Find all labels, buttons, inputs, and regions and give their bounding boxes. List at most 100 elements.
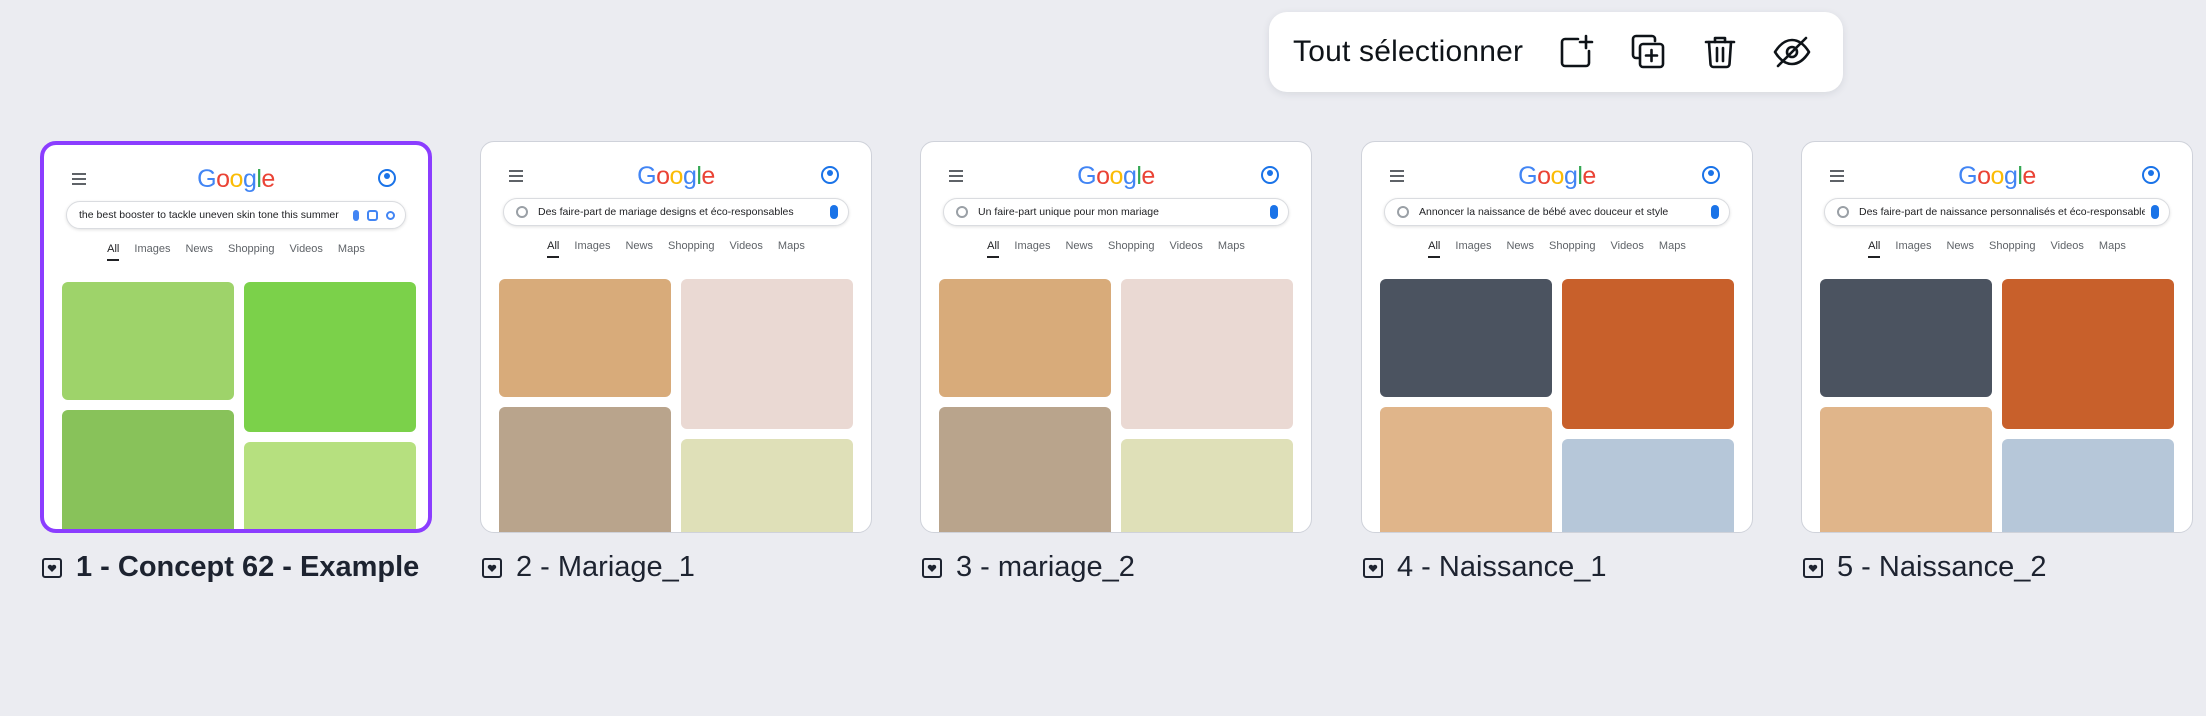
google-tab: All — [987, 240, 1000, 258]
image-results — [62, 282, 428, 529]
page-label[interactable]: 4 - Naissance_1 — [1361, 551, 1607, 584]
google-header: Google — [1802, 160, 2192, 190]
image-results — [499, 279, 871, 532]
menu-icon — [1390, 170, 1404, 185]
image-results — [1820, 279, 2192, 532]
google-tab: Images — [1895, 240, 1932, 252]
google-header: Google — [44, 163, 428, 193]
account-icon — [378, 169, 396, 187]
google-tab: Images — [1014, 240, 1051, 252]
page-thumbnail[interactable]: Google Un faire-part unique pour mon mari… — [920, 141, 1312, 533]
result-image — [1380, 407, 1552, 532]
result-image — [499, 279, 671, 397]
page-card[interactable]: Google Des faire-part de naissance person… — [1801, 141, 2193, 583]
google-tab: Images — [574, 240, 611, 252]
menu-icon — [1830, 170, 1844, 185]
page-card[interactable]: Google Des faire-part de mariage designs … — [480, 141, 872, 583]
google-tabs: All Images News Shopping Videos Maps — [44, 243, 428, 261]
result-image — [1562, 439, 1734, 532]
page-card[interactable]: Google the best booster to tackle uneven … — [40, 141, 432, 583]
page-thumbnail[interactable]: Google the best booster to tackle uneven … — [40, 141, 432, 533]
page-thumbnail[interactable]: Google Annoncer la naissance de bébé avec… — [1361, 141, 1753, 533]
google-tab: Shopping — [1107, 240, 1155, 252]
account-icon — [821, 166, 839, 184]
result-image — [1121, 439, 1293, 532]
page-title[interactable]: 3 - mariage_2 — [956, 551, 1135, 584]
result-image — [1562, 279, 1734, 429]
google-header: Google — [1362, 160, 1752, 190]
result-image — [62, 410, 234, 529]
page-icon — [1801, 556, 1825, 580]
result-image — [939, 279, 1111, 397]
result-image — [62, 282, 234, 400]
image-results — [939, 279, 1311, 532]
page-thumbnail[interactable]: Google Des faire-part de mariage designs … — [480, 141, 872, 533]
page-label[interactable]: 5 - Naissance_2 — [1801, 551, 2047, 584]
google-tab: All — [547, 240, 560, 258]
google-tab: Shopping — [1988, 240, 2036, 252]
google-tabs: All Images News Shopping Videos Maps — [481, 240, 871, 258]
page-icon — [480, 556, 504, 580]
page-title[interactable]: 4 - Naissance_1 — [1397, 551, 1607, 584]
page-label[interactable]: 3 - mariage_2 — [920, 551, 1135, 584]
search-query: Annoncer la naissance de bébé avec douce… — [1419, 206, 1669, 218]
search-icon — [386, 210, 395, 220]
result-image — [1820, 407, 1992, 532]
google-tab: Videos — [1169, 240, 1203, 252]
search-icon — [1837, 206, 1849, 218]
google-tab: News — [1946, 240, 1974, 252]
google-tab: Videos — [729, 240, 763, 252]
google-tabs: All Images News Shopping Videos Maps — [921, 240, 1311, 258]
search-icon — [956, 206, 968, 218]
google-search-bar: Annoncer la naissance de bébé avec douce… — [1384, 198, 1730, 226]
mic-icon — [1270, 205, 1278, 219]
hide-icon[interactable] — [1769, 29, 1815, 75]
result-image — [681, 279, 853, 429]
mic-icon — [353, 209, 359, 221]
google-tab: Images — [134, 243, 171, 255]
menu-icon — [72, 173, 86, 188]
result-image — [244, 442, 416, 529]
duplicate-icon[interactable] — [1625, 29, 1671, 75]
trash-icon[interactable] — [1697, 29, 1743, 75]
menu-icon — [949, 170, 963, 185]
google-tab: News — [185, 243, 213, 255]
add-page-icon[interactable] — [1553, 29, 1599, 75]
google-tab: News — [1065, 240, 1093, 252]
result-image — [244, 282, 416, 432]
search-query: the best booster to tackle uneven skin t… — [79, 209, 339, 221]
page-title[interactable]: 2 - Mariage_1 — [516, 551, 695, 584]
page-title[interactable]: 5 - Naissance_2 — [1837, 551, 2047, 584]
result-image — [1380, 279, 1552, 397]
page-title[interactable]: 1 - Concept 62 - Example — [76, 551, 419, 584]
account-icon — [1261, 166, 1279, 184]
page-icon — [920, 556, 944, 580]
select-all-button[interactable]: Tout sélectionner — [1293, 35, 1523, 69]
search-icon — [516, 206, 528, 218]
page-card[interactable]: Google Annoncer la naissance de bébé avec… — [1361, 141, 1753, 583]
page-card[interactable]: Google Un faire-part unique pour mon mari… — [920, 141, 1312, 583]
google-tab: Videos — [1610, 240, 1644, 252]
page-icon — [1361, 556, 1385, 580]
page-thumbnail[interactable]: Google Des faire-part de naissance person… — [1801, 141, 2193, 533]
google-logo: Google — [1958, 162, 2036, 190]
google-search-bar: Des faire-part de mariage designs et éco… — [503, 198, 849, 226]
lens-icon — [367, 209, 378, 221]
google-tab: Maps — [1658, 240, 1686, 252]
google-tab: All — [107, 243, 120, 261]
google-tab: Shopping — [227, 243, 275, 255]
result-image — [2002, 439, 2174, 532]
menu-icon — [509, 170, 523, 185]
google-tabs: All Images News Shopping Videos Maps — [1802, 240, 2192, 258]
page-label[interactable]: 2 - Mariage_1 — [480, 551, 695, 584]
google-tab: Maps — [1217, 240, 1245, 252]
result-image — [1820, 279, 1992, 397]
page-label[interactable]: 1 - Concept 62 - Example — [40, 551, 419, 584]
search-icon — [1397, 206, 1409, 218]
google-tab: All — [1428, 240, 1441, 258]
search-query: Des faire-part de mariage designs et éco… — [538, 206, 794, 218]
search-query: Un faire-part unique pour mon mariage — [978, 206, 1159, 218]
google-logo: Google — [1077, 162, 1155, 190]
google-logo: Google — [1518, 162, 1596, 190]
selection-toolbar: Tout sélectionner — [1269, 12, 1843, 92]
